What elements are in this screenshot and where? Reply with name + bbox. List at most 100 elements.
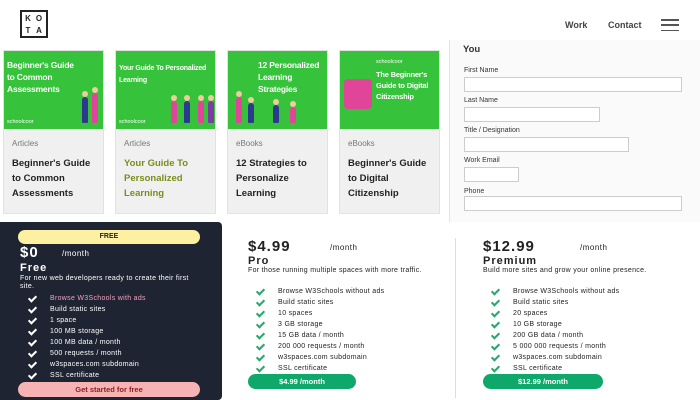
premium-feature: Browse W3Schools without ads [491,288,619,295]
title-designation-label: Title / Designation [464,127,520,134]
check-icon [28,317,38,324]
get-started-free-button[interactable]: Get started for free [18,382,200,397]
laptop-illustration-icon [344,79,372,109]
check-icon [256,321,266,328]
card-category: eBooks [348,139,375,148]
premium-feature: 10 GB storage [491,321,562,328]
check-icon [256,343,266,350]
free-feature: w3spaces.com subdomain [28,361,139,368]
title-designation-field[interactable] [464,137,629,152]
pro-feature: w3spaces.com subdomain [256,354,367,361]
premium-plan-panel: $12.99 /month Premium Build more sites a… [475,222,700,400]
check-icon [256,299,266,306]
pro-plan-description: For those running multiple spaces with m… [248,267,422,274]
last-name-field[interactable] [464,107,600,122]
card-image-text: Your Guide To Personalized Learning [119,65,207,84]
card-image: Your Guide To Personalized Learning scho… [116,51,215,129]
person-figure-icon [171,95,177,123]
person-figure-icon [184,95,190,123]
free-feature: Browse W3Schools with ads [28,295,146,302]
pro-feature: 200 000 requests / month [256,343,365,350]
card-title[interactable]: Beginner's Guide to Digital Citizenship [348,156,433,201]
check-icon [28,361,38,368]
check-icon [491,332,501,339]
premium-per-month: /month [580,243,608,252]
pro-subscribe-button[interactable]: $4.99 /month [248,374,356,389]
work-email-field[interactable] [464,167,519,182]
card-title[interactable]: Your Guide To Personalized Learning [124,156,209,201]
logo-letter-o: O [35,14,44,23]
premium-subscribe-button[interactable]: $12.99 /month [483,374,603,389]
card-title[interactable]: 12 Strategies to Personalize Learning [236,156,321,201]
check-icon [256,365,266,372]
pro-feature: Browse W3Schools without ads [256,288,384,295]
pro-price: $4.99 [248,238,291,255]
check-icon [256,332,266,339]
free-feature: 1 space [28,317,77,324]
check-icon [28,328,38,335]
pro-feature: 10 spaces [256,310,313,317]
free-price: $0 [20,244,39,261]
card-image-text: The Beginner's Guide to Digital Citizens… [376,70,429,101]
card-image: The Beginner's Guide to Digital Citizens… [340,51,439,129]
work-email-label: Work Email [464,157,500,164]
check-icon [491,354,501,361]
phone-field[interactable] [464,196,682,211]
check-icon [28,295,38,302]
check-icon [28,350,38,357]
last-name-label: Last Name [464,97,498,104]
free-plan-panel: FREE $0 /month Free For new web develope… [0,222,222,400]
person-figure-icon [82,91,88,123]
person-figure-icon [236,91,242,123]
premium-plan-name: Premium [483,255,538,267]
card-brand: schoolcoor [7,119,34,125]
card-category: Articles [124,139,151,148]
person-figure-icon [248,97,254,123]
premium-feature: 5 000 000 requests / month [491,343,606,350]
free-feature: SSL certificate [28,372,99,379]
kota-logo[interactable]: K O T A [20,10,48,38]
form-heading: You [463,44,481,55]
free-plan-name: Free [20,262,48,274]
free-feature: 100 MB data / month [28,339,121,346]
first-name-field[interactable] [464,77,682,92]
nav-work-link[interactable]: Work [565,20,587,30]
free-feature: Build static sites [28,306,106,313]
premium-feature: Build static sites [491,299,569,306]
card-category: Articles [12,139,39,148]
check-icon [491,365,501,372]
resource-card-3[interactable]: 12 Personalized Learning Strategies eBoo… [227,50,328,214]
contact-form: You First Name Last Name Title / Designa… [449,40,700,222]
premium-price: $12.99 [483,238,535,255]
resource-card-1[interactable]: Beginner's Guide to Common Assessments s… [3,50,104,214]
card-brand: schoolcoor [376,59,403,65]
logo-letter-t: T [25,26,32,35]
check-icon [28,306,38,313]
premium-feature: 20 spaces [491,310,548,317]
pro-feature: Build static sites [256,299,334,306]
resource-card-4[interactable]: The Beginner's Guide to Digital Citizens… [339,50,440,214]
check-icon [256,288,266,295]
check-icon [491,343,501,350]
first-name-label: First Name [464,67,499,74]
check-icon [491,299,501,306]
card-image: Beginner's Guide to Common Assessments s… [4,51,103,129]
free-badge: FREE [18,230,200,244]
menu-icon[interactable] [661,19,679,31]
premium-feature: 200 GB data / month [491,332,583,339]
pro-feature: 15 GB data / month [256,332,344,339]
nav-contact-link[interactable]: Contact [608,20,642,30]
check-icon [491,288,501,295]
resource-card-2[interactable]: Your Guide To Personalized Learning scho… [115,50,216,214]
free-feature: 100 MB storage [28,328,104,335]
card-title[interactable]: Beginner's Guide to Common Assessments [12,156,97,201]
person-figure-icon [92,87,98,123]
premium-plan-description: Build more sites and grow your online pr… [483,267,647,274]
free-per-month: /month [62,249,90,258]
person-figure-icon [198,95,204,123]
person-figure-icon [208,95,214,123]
check-icon [256,354,266,361]
card-image: 12 Personalized Learning Strategies [228,51,327,129]
plan-divider [455,238,456,398]
check-icon [28,372,38,379]
